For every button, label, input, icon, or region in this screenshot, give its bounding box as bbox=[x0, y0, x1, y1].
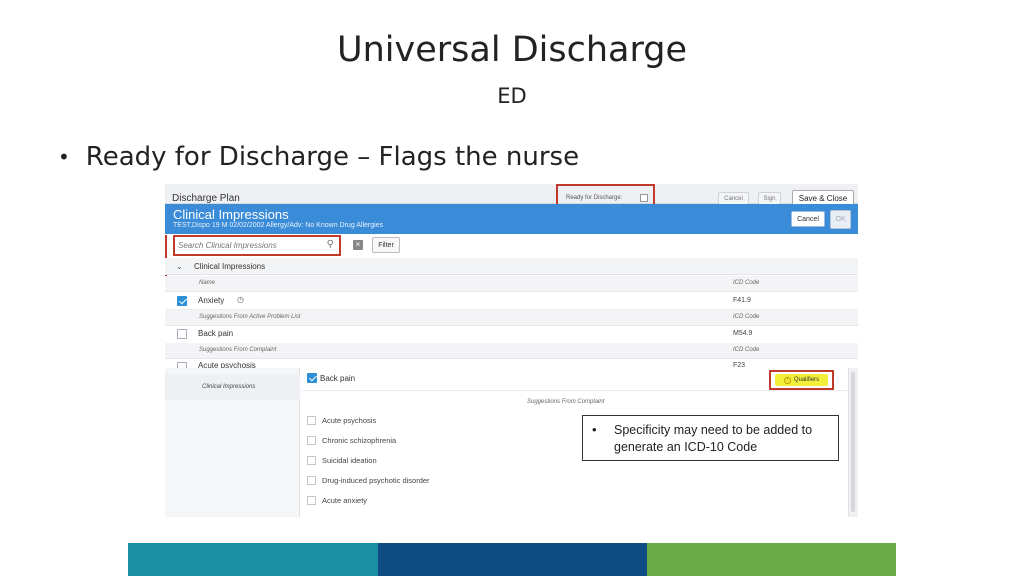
search-icon[interactable]: ⚲ bbox=[327, 239, 334, 250]
bullet-text: Ready for Discharge – Flags the nurse bbox=[85, 142, 580, 172]
slide-subtitle: ED bbox=[497, 84, 527, 108]
option-label: Acute anxiety bbox=[322, 496, 368, 505]
table-row[interactable] bbox=[165, 326, 858, 344]
chevron-down-icon[interactable]: ⌄ bbox=[176, 262, 183, 271]
subheader-code: ICD Code bbox=[733, 314, 760, 320]
footer-band-teal bbox=[128, 543, 378, 576]
patient-banner: TEST,Dispo 19 M 02/02/2002 Allergy/Adv: … bbox=[173, 222, 384, 229]
row-name: Back pain bbox=[198, 329, 234, 338]
table-row[interactable] bbox=[165, 292, 858, 310]
subheader-label: Suggestions From Active Problem List bbox=[199, 314, 301, 320]
section-header[interactable] bbox=[165, 258, 858, 275]
selected-item-label: Back pain bbox=[320, 374, 356, 383]
search-input[interactable] bbox=[178, 239, 335, 252]
subheader-code: ICD Code bbox=[733, 347, 760, 353]
qualifiers-button[interactable]: ! Qualifiers bbox=[775, 374, 828, 386]
option-checkbox[interactable] bbox=[307, 496, 316, 505]
discharge-plan-title: Discharge Plan bbox=[172, 193, 240, 204]
row-name: Anxiety bbox=[198, 296, 225, 305]
clinical-impressions-title: Clinical Impressions bbox=[173, 207, 289, 222]
option-label: Suicidal ideation bbox=[322, 456, 377, 465]
section-label: Clinical Impressions bbox=[194, 262, 266, 271]
row-checkbox[interactable] bbox=[177, 296, 187, 306]
row-code: M54.9 bbox=[733, 330, 753, 337]
selected-item-checkbox[interactable] bbox=[307, 373, 317, 383]
clear-icon[interactable]: × bbox=[353, 240, 363, 250]
ready-for-discharge-label: Ready for Discharge: bbox=[566, 195, 623, 201]
suggestions-label: Suggestions From Complaint bbox=[527, 399, 605, 405]
discharge-plan-bar bbox=[165, 184, 858, 204]
option-checkbox[interactable] bbox=[307, 476, 316, 485]
slide-title: Universal Discharge bbox=[337, 30, 687, 70]
option-checkbox[interactable] bbox=[307, 456, 316, 465]
footer-band-green bbox=[647, 543, 896, 576]
row-checkbox[interactable] bbox=[177, 329, 187, 339]
option-checkbox[interactable] bbox=[307, 416, 316, 425]
column-name-header: Name bbox=[199, 280, 216, 286]
footer-band-navy bbox=[378, 543, 647, 576]
option-label: Acute psychosis bbox=[322, 416, 377, 425]
scrollbar-thumb[interactable] bbox=[851, 372, 855, 512]
subheader-label: Suggestions From Complaint bbox=[199, 347, 277, 353]
ready-for-discharge-checkbox[interactable] bbox=[640, 194, 648, 202]
callout-note: • Specificity may need to be added to ge… bbox=[582, 415, 839, 461]
qualifier-header bbox=[301, 368, 848, 391]
callout-text: Specificity may need to be added to gene… bbox=[614, 423, 813, 454]
bullet-dot: • bbox=[58, 145, 70, 169]
modal-cancel-button[interactable]: Cancel bbox=[791, 211, 825, 227]
option-label: Chronic schizophrenia bbox=[322, 436, 397, 445]
column-code-header: ICD Code bbox=[733, 280, 760, 286]
info-icon: ! bbox=[783, 376, 791, 384]
qualifier-nav-label: Clinical Impressions bbox=[202, 384, 256, 390]
filter-button[interactable]: Filter bbox=[372, 237, 400, 253]
callout-bullet: • bbox=[592, 422, 597, 437]
search-highlight: ⚲ bbox=[173, 235, 341, 256]
bullet-point: • Ready for Discharge – Flags the nurse bbox=[58, 142, 579, 172]
option-checkbox[interactable] bbox=[307, 436, 316, 445]
qualifiers-label: Qualifiers bbox=[793, 377, 820, 383]
ehr-screenshot: Discharge Plan Ready for Discharge: Canc… bbox=[165, 184, 858, 517]
clock-icon: ◷ bbox=[237, 295, 244, 304]
option-label: Drug-induced psychotic disorder bbox=[322, 476, 430, 485]
modal-ok-button[interactable]: OK bbox=[830, 210, 851, 229]
row-code: F41.9 bbox=[733, 297, 751, 304]
